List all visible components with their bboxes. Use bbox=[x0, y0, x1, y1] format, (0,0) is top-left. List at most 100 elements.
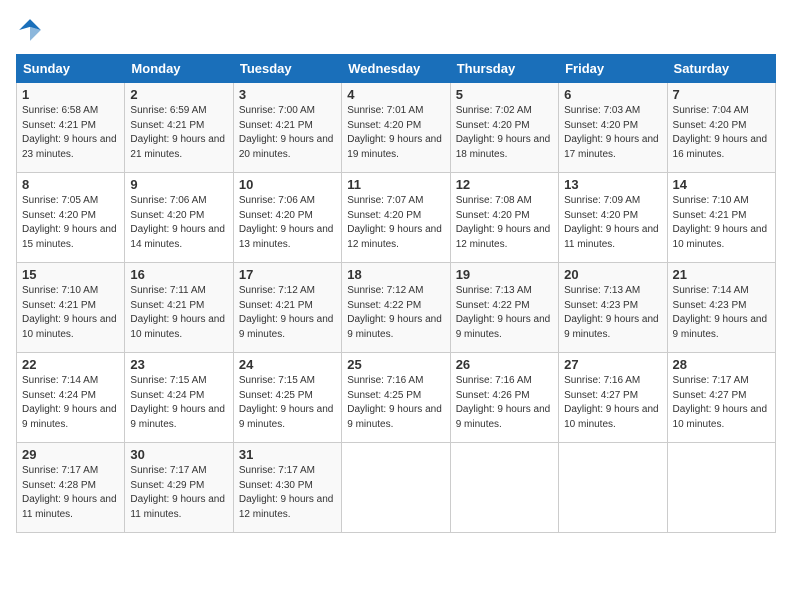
day-number: 8 bbox=[22, 177, 119, 192]
col-header-monday: Monday bbox=[125, 55, 233, 83]
day-number: 14 bbox=[673, 177, 770, 192]
day-number: 26 bbox=[456, 357, 553, 372]
day-info: Sunrise: 7:05 AMSunset: 4:20 PMDaylight:… bbox=[22, 195, 117, 250]
calendar-cell: 2 Sunrise: 6:59 AMSunset: 4:21 PMDaylight… bbox=[125, 83, 233, 173]
day-info: Sunrise: 7:17 AMSunset: 4:29 PMDaylight:… bbox=[130, 465, 225, 520]
day-number: 27 bbox=[564, 357, 661, 372]
calendar-cell: 21 Sunrise: 7:14 AMSunset: 4:23 PMDayligh… bbox=[667, 263, 775, 353]
logo bbox=[16, 16, 48, 44]
calendar-cell: 23 Sunrise: 7:15 AMSunset: 4:24 PMDayligh… bbox=[125, 353, 233, 443]
day-info: Sunrise: 7:13 AMSunset: 4:22 PMDaylight:… bbox=[456, 285, 551, 340]
day-info: Sunrise: 7:14 AMSunset: 4:24 PMDaylight:… bbox=[22, 375, 117, 430]
day-number: 16 bbox=[130, 267, 227, 282]
day-number: 10 bbox=[239, 177, 336, 192]
day-info: Sunrise: 6:58 AMSunset: 4:21 PMDaylight:… bbox=[22, 105, 117, 160]
day-info: Sunrise: 7:17 AMSunset: 4:28 PMDaylight:… bbox=[22, 465, 117, 520]
day-number: 29 bbox=[22, 447, 119, 462]
calendar-cell: 10 Sunrise: 7:06 AMSunset: 4:20 PMDayligh… bbox=[233, 173, 341, 263]
col-header-friday: Friday bbox=[559, 55, 667, 83]
day-info: Sunrise: 7:11 AMSunset: 4:21 PMDaylight:… bbox=[130, 285, 225, 340]
calendar-cell: 19 Sunrise: 7:13 AMSunset: 4:22 PMDayligh… bbox=[450, 263, 558, 353]
day-info: Sunrise: 7:03 AMSunset: 4:20 PMDaylight:… bbox=[564, 105, 659, 160]
calendar-cell: 13 Sunrise: 7:09 AMSunset: 4:20 PMDayligh… bbox=[559, 173, 667, 263]
day-info: Sunrise: 7:06 AMSunset: 4:20 PMDaylight:… bbox=[239, 195, 334, 250]
day-info: Sunrise: 7:12 AMSunset: 4:22 PMDaylight:… bbox=[347, 285, 442, 340]
day-number: 21 bbox=[673, 267, 770, 282]
day-number: 25 bbox=[347, 357, 444, 372]
calendar-cell: 1 Sunrise: 6:58 AMSunset: 4:21 PMDaylight… bbox=[17, 83, 125, 173]
day-info: Sunrise: 7:02 AMSunset: 4:20 PMDaylight:… bbox=[456, 105, 551, 160]
calendar-cell: 27 Sunrise: 7:16 AMSunset: 4:27 PMDayligh… bbox=[559, 353, 667, 443]
calendar-cell bbox=[667, 443, 775, 533]
calendar-cell: 17 Sunrise: 7:12 AMSunset: 4:21 PMDayligh… bbox=[233, 263, 341, 353]
day-info: Sunrise: 7:04 AMSunset: 4:20 PMDaylight:… bbox=[673, 105, 768, 160]
day-number: 28 bbox=[673, 357, 770, 372]
calendar-cell: 3 Sunrise: 7:00 AMSunset: 4:21 PMDaylight… bbox=[233, 83, 341, 173]
day-info: Sunrise: 7:10 AMSunset: 4:21 PMDaylight:… bbox=[673, 195, 768, 250]
day-info: Sunrise: 7:16 AMSunset: 4:26 PMDaylight:… bbox=[456, 375, 551, 430]
calendar-cell: 30 Sunrise: 7:17 AMSunset: 4:29 PMDayligh… bbox=[125, 443, 233, 533]
day-info: Sunrise: 7:16 AMSunset: 4:27 PMDaylight:… bbox=[564, 375, 659, 430]
col-header-wednesday: Wednesday bbox=[342, 55, 450, 83]
calendar-cell bbox=[342, 443, 450, 533]
day-number: 23 bbox=[130, 357, 227, 372]
day-info: Sunrise: 6:59 AMSunset: 4:21 PMDaylight:… bbox=[130, 105, 225, 160]
day-info: Sunrise: 7:01 AMSunset: 4:20 PMDaylight:… bbox=[347, 105, 442, 160]
calendar-cell: 7 Sunrise: 7:04 AMSunset: 4:20 PMDaylight… bbox=[667, 83, 775, 173]
col-header-saturday: Saturday bbox=[667, 55, 775, 83]
day-info: Sunrise: 7:06 AMSunset: 4:20 PMDaylight:… bbox=[130, 195, 225, 250]
calendar-cell: 18 Sunrise: 7:12 AMSunset: 4:22 PMDayligh… bbox=[342, 263, 450, 353]
day-number: 6 bbox=[564, 87, 661, 102]
calendar-cell: 6 Sunrise: 7:03 AMSunset: 4:20 PMDaylight… bbox=[559, 83, 667, 173]
day-info: Sunrise: 7:00 AMSunset: 4:21 PMDaylight:… bbox=[239, 105, 334, 160]
day-number: 18 bbox=[347, 267, 444, 282]
day-info: Sunrise: 7:15 AMSunset: 4:24 PMDaylight:… bbox=[130, 375, 225, 430]
day-info: Sunrise: 7:15 AMSunset: 4:25 PMDaylight:… bbox=[239, 375, 334, 430]
calendar-cell: 20 Sunrise: 7:13 AMSunset: 4:23 PMDayligh… bbox=[559, 263, 667, 353]
day-number: 17 bbox=[239, 267, 336, 282]
calendar-cell bbox=[450, 443, 558, 533]
calendar-cell: 24 Sunrise: 7:15 AMSunset: 4:25 PMDayligh… bbox=[233, 353, 341, 443]
calendar-cell: 31 Sunrise: 7:17 AMSunset: 4:30 PMDayligh… bbox=[233, 443, 341, 533]
day-info: Sunrise: 7:12 AMSunset: 4:21 PMDaylight:… bbox=[239, 285, 334, 340]
day-number: 20 bbox=[564, 267, 661, 282]
calendar-cell: 15Sunrise: 7:10 AMSunset: 4:21 PMDayligh… bbox=[17, 263, 125, 353]
day-number: 3 bbox=[239, 87, 336, 102]
calendar-cell: 28 Sunrise: 7:17 AMSunset: 4:27 PMDayligh… bbox=[667, 353, 775, 443]
day-number: 2 bbox=[130, 87, 227, 102]
day-number: 1 bbox=[22, 87, 119, 102]
day-number: 19 bbox=[456, 267, 553, 282]
day-info: Sunrise: 7:14 AMSunset: 4:23 PMDaylight:… bbox=[673, 285, 768, 340]
calendar-cell: 4 Sunrise: 7:01 AMSunset: 4:20 PMDaylight… bbox=[342, 83, 450, 173]
calendar-cell: 5 Sunrise: 7:02 AMSunset: 4:20 PMDaylight… bbox=[450, 83, 558, 173]
day-number: 4 bbox=[347, 87, 444, 102]
col-header-sunday: Sunday bbox=[17, 55, 125, 83]
calendar-cell: 22Sunrise: 7:14 AMSunset: 4:24 PMDayligh… bbox=[17, 353, 125, 443]
calendar-cell: 29 Sunrise: 7:17 AMSunset: 4:28 PMDayligh… bbox=[17, 443, 125, 533]
day-info: Sunrise: 7:16 AMSunset: 4:25 PMDaylight:… bbox=[347, 375, 442, 430]
day-number: 15 bbox=[22, 267, 119, 282]
calendar-cell bbox=[559, 443, 667, 533]
day-number: 9 bbox=[130, 177, 227, 192]
day-number: 24 bbox=[239, 357, 336, 372]
day-number: 30 bbox=[130, 447, 227, 462]
page-header bbox=[16, 16, 776, 44]
calendar-cell: 26 Sunrise: 7:16 AMSunset: 4:26 PMDayligh… bbox=[450, 353, 558, 443]
day-info: Sunrise: 7:08 AMSunset: 4:20 PMDaylight:… bbox=[456, 195, 551, 250]
col-header-tuesday: Tuesday bbox=[233, 55, 341, 83]
calendar-cell: 11Sunrise: 7:07 AMSunset: 4:20 PMDayligh… bbox=[342, 173, 450, 263]
day-info: Sunrise: 7:09 AMSunset: 4:20 PMDaylight:… bbox=[564, 195, 659, 250]
day-number: 11 bbox=[347, 177, 444, 192]
calendar-cell: 8 Sunrise: 7:05 AMSunset: 4:20 PMDaylight… bbox=[17, 173, 125, 263]
day-info: Sunrise: 7:17 AMSunset: 4:30 PMDaylight:… bbox=[239, 465, 334, 520]
calendar-table: SundayMondayTuesdayWednesdayThursdayFrid… bbox=[16, 54, 776, 533]
calendar-cell: 16 Sunrise: 7:11 AMSunset: 4:21 PMDayligh… bbox=[125, 263, 233, 353]
day-number: 31 bbox=[239, 447, 336, 462]
day-number: 13 bbox=[564, 177, 661, 192]
day-number: 7 bbox=[673, 87, 770, 102]
day-info: Sunrise: 7:13 AMSunset: 4:23 PMDaylight:… bbox=[564, 285, 659, 340]
day-info: Sunrise: 7:17 AMSunset: 4:27 PMDaylight:… bbox=[673, 375, 768, 430]
day-number: 5 bbox=[456, 87, 553, 102]
calendar-cell: 25 Sunrise: 7:16 AMSunset: 4:25 PMDayligh… bbox=[342, 353, 450, 443]
logo-icon bbox=[16, 16, 44, 44]
